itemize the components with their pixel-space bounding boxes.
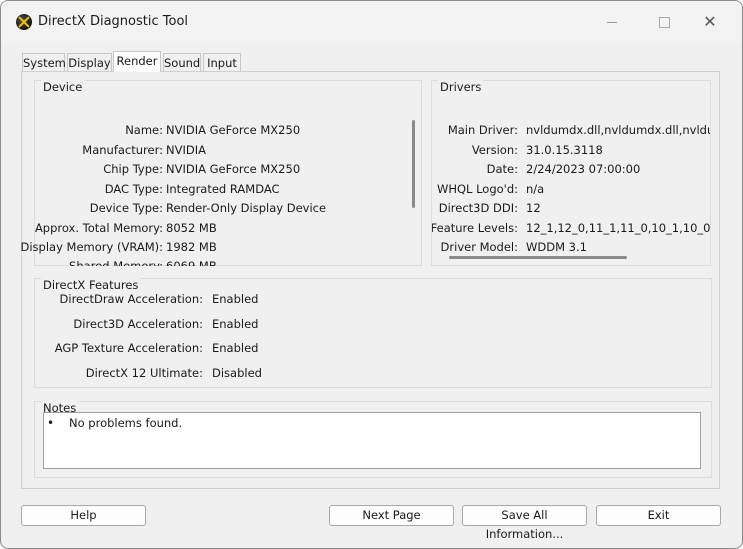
device-label: Device Type: <box>89 201 163 215</box>
driver-label: Main Driver: <box>447 123 518 137</box>
driver-value: nvldumdx.dll,nvldumdx.dll,nvldumdx.d <box>526 123 710 137</box>
device-value: 1982 MB <box>166 240 217 254</box>
device-row: Manufacturer: NVIDIA <box>35 142 423 158</box>
feature-value: Disabled <box>212 366 262 380</box>
device-value: 6069 MB <box>166 259 217 266</box>
features-group-title: DirectX Features <box>41 278 141 292</box>
tab-display[interactable]: Display <box>67 53 112 71</box>
driver-label: Feature Levels: <box>432 221 518 235</box>
window-title: DirectX Diagnostic Tool <box>38 14 189 29</box>
tab-sound[interactable]: Sound <box>163 53 201 71</box>
feature-value: Enabled <box>212 341 259 355</box>
device-label: DAC Type: <box>104 182 163 196</box>
driver-row: Date: 2/24/2023 07:00:00 <box>432 161 710 177</box>
device-row: Device Type: Render-Only Display Device <box>35 200 423 216</box>
directx-app-icon <box>16 14 32 30</box>
driver-row: Direct3D DDI: 12 <box>432 200 710 216</box>
device-group: Device Name: NVIDIA GeForce MX250 Manufa… <box>21 80 423 266</box>
close-button[interactable]: ✕ <box>695 10 725 34</box>
feature-value: Enabled <box>212 317 259 331</box>
minimize-button[interactable] <box>597 10 627 34</box>
device-value: NVIDIA GeForce MX250 <box>166 123 301 137</box>
driver-row: Driver Model: WDDM 3.1 <box>432 239 710 255</box>
directx-features-group: DirectX Features DirectDraw Acceleration… <box>34 278 712 388</box>
dxdiag-window: DirectX Diagnostic Tool ✕ System Display… <box>0 0 743 549</box>
next-page-button[interactable]: Next Page <box>329 505 454 526</box>
tab-render[interactable]: Render <box>113 51 161 72</box>
drivers-horizontal-scrollbar[interactable] <box>449 256 627 259</box>
feature-value: Enabled <box>212 292 259 306</box>
close-icon: ✕ <box>703 12 717 31</box>
device-row: Name: NVIDIA GeForce MX250 <box>35 122 423 138</box>
maximize-button[interactable] <box>649 10 679 34</box>
minimize-icon <box>607 22 617 23</box>
device-value: 8052 MB <box>166 221 217 235</box>
driver-value: 12 <box>526 201 541 215</box>
feature-label: DirectX 12 Ultimate: <box>85 366 203 380</box>
device-row: Chip Type: NVIDIA GeForce MX250 <box>35 161 423 177</box>
driver-label: WHQL Logo'd: <box>436 182 518 196</box>
device-label: Manufacturer: <box>82 143 163 157</box>
driver-label: Date: <box>486 162 518 176</box>
tab-system[interactable]: System <box>22 53 66 71</box>
driver-row: Version: 31.0.15.3118 <box>432 142 710 158</box>
device-group-title: Device <box>41 80 85 94</box>
device-label: Name: <box>125 123 163 137</box>
notes-text: No problems found. <box>69 416 183 430</box>
device-row: DAC Type: Integrated RAMDAC <box>35 181 423 197</box>
driver-row: Main Driver: nvldumdx.dll,nvldumdx.dll,n… <box>432 122 710 138</box>
driver-value: 31.0.15.3118 <box>526 143 603 157</box>
feature-row: DirectDraw Acceleration: Enabled <box>35 291 713 307</box>
driver-value: 12_1,12_0,11_1,11_0,10_1,10_0,9_3 <box>526 221 710 235</box>
tab-input[interactable]: Input <box>203 53 241 71</box>
title-bar: DirectX Diagnostic Tool ✕ <box>1 1 742 43</box>
feature-label: AGP Texture Acceleration: <box>54 341 203 355</box>
device-row: Display Memory (VRAM): 1982 MB <box>21 239 423 255</box>
maximize-icon <box>658 17 670 28</box>
notes-textbox[interactable]: • No problems found. <box>43 412 701 469</box>
drivers-group: Drivers Main Driver: nvldumdx.dll,nvldum… <box>431 80 711 266</box>
driver-label: Direct3D DDI: <box>438 201 518 215</box>
render-tab-panel: Device Name: NVIDIA GeForce MX250 Manufa… <box>21 71 720 489</box>
driver-label: Version: <box>471 143 518 157</box>
feature-row: AGP Texture Acceleration: Enabled <box>35 340 713 356</box>
device-row: Approx. Total Memory: 8052 MB <box>35 220 423 236</box>
driver-value: 2/24/2023 07:00:00 <box>526 162 641 176</box>
device-value: Integrated RAMDAC <box>166 182 280 196</box>
device-label: Shared Memory: <box>69 259 163 266</box>
device-value: NVIDIA <box>166 143 206 157</box>
device-scrollbar[interactable] <box>412 120 415 208</box>
device-row: Shared Memory: 6069 MB <box>35 258 423 266</box>
bullet-icon: • <box>47 416 55 430</box>
help-button[interactable]: Help <box>21 505 146 526</box>
device-value: Render-Only Display Device <box>166 201 327 215</box>
feature-label: Direct3D Acceleration: <box>73 317 203 331</box>
save-all-information-button[interactable]: Save All Information... <box>462 505 587 541</box>
notes-group: Notes • No problems found. <box>34 401 712 478</box>
driver-label: Driver Model: <box>440 240 518 254</box>
driver-value: WDDM 3.1 <box>526 240 587 254</box>
device-label: Approx. Total Memory: <box>34 221 163 235</box>
device-value: NVIDIA GeForce MX250 <box>166 162 301 176</box>
drivers-scroll-area: Main Driver: nvldumdx.dll,nvldumdx.dll,n… <box>432 81 710 265</box>
feature-row: DirectX 12 Ultimate: Disabled <box>35 365 713 381</box>
feature-label: DirectDraw Acceleration: <box>59 292 203 306</box>
exit-button[interactable]: Exit <box>596 505 721 526</box>
feature-row: Direct3D Acceleration: Enabled <box>35 316 713 332</box>
driver-row: Feature Levels: 12_1,12_0,11_1,11_0,10_1… <box>432 220 710 236</box>
driver-value: n/a <box>526 182 545 196</box>
driver-row: WHQL Logo'd: n/a <box>432 181 710 197</box>
device-label: Chip Type: <box>103 162 163 176</box>
device-label: Display Memory (VRAM): <box>20 240 164 254</box>
